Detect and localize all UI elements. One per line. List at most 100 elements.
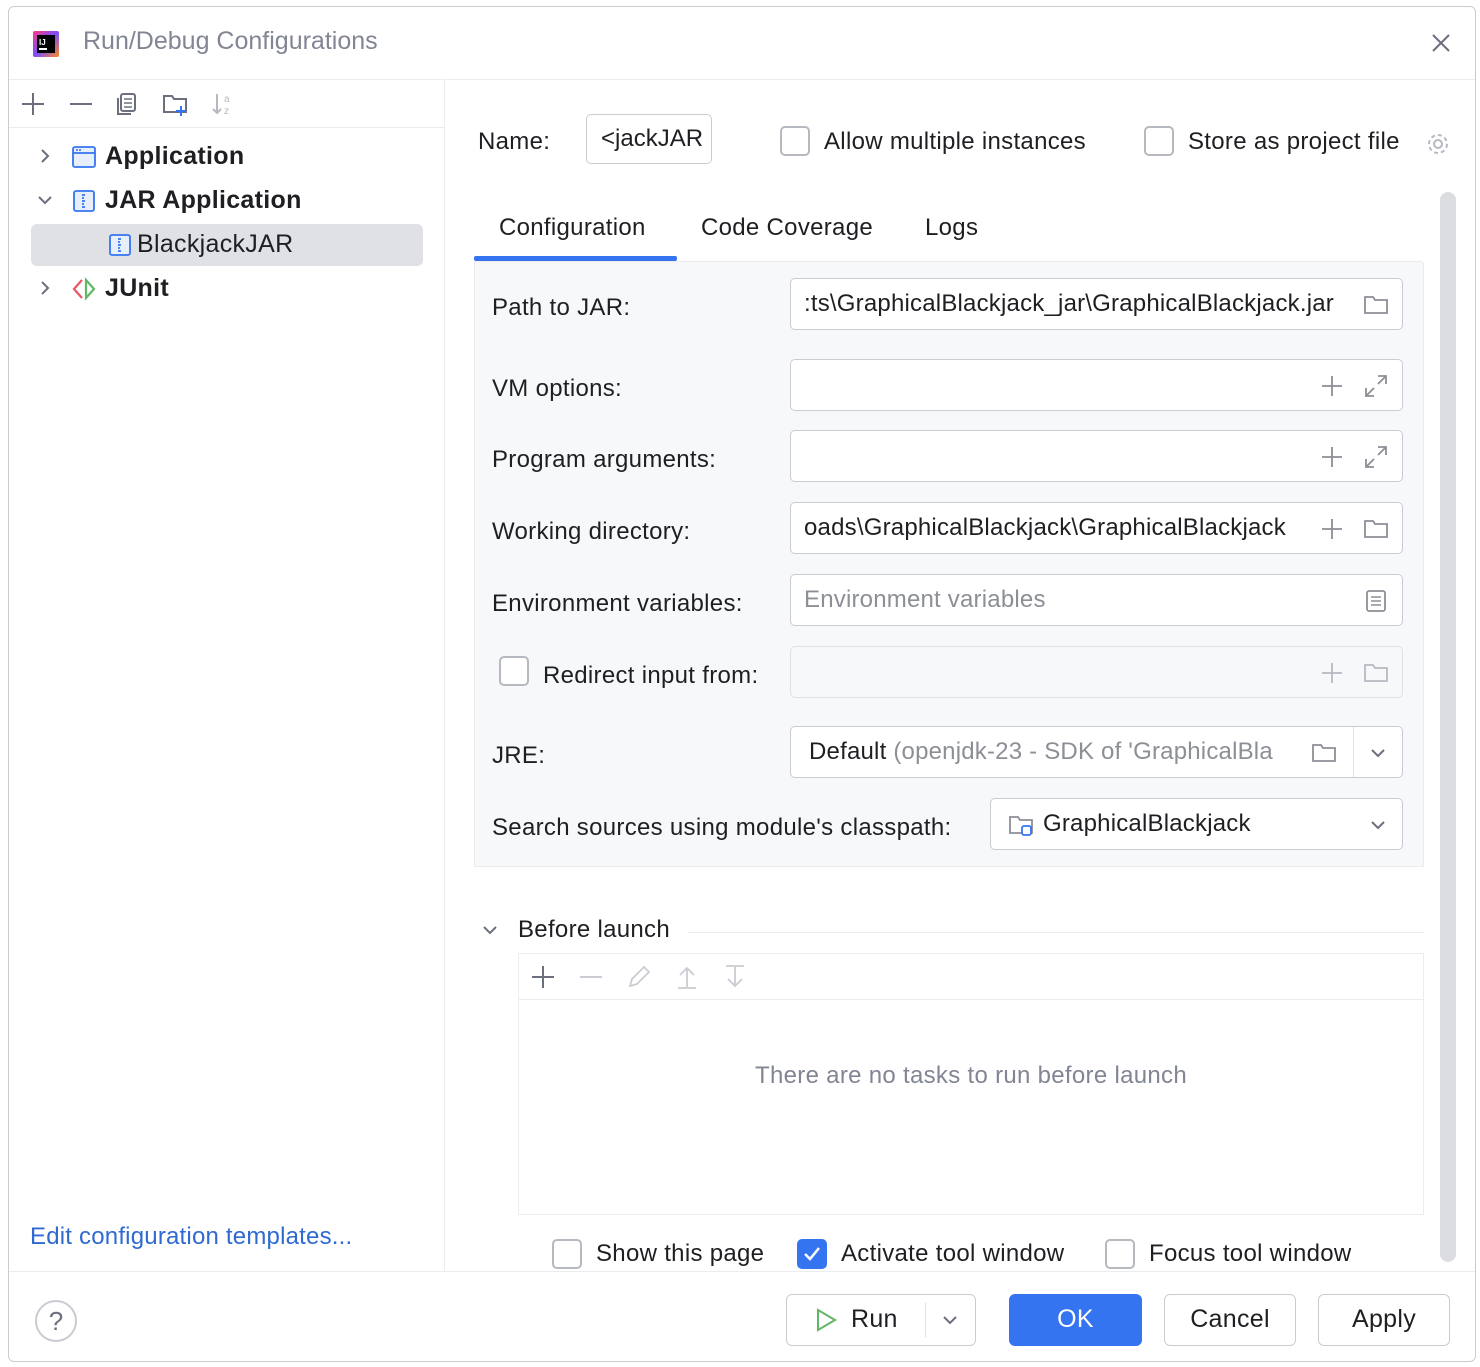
sort-alphabetically-icon[interactable]: az (209, 90, 237, 118)
tree-item-jar-application[interactable]: JAR Application (31, 180, 423, 222)
add-macro-icon[interactable] (1318, 372, 1346, 400)
module-combobox[interactable]: GraphicalBlackjack (990, 798, 1403, 850)
add-icon[interactable] (19, 90, 47, 118)
configuration-form: Path to JAR: :ts\GraphicalBlackjack_jar\… (474, 262, 1424, 867)
tree-item-label: JAR Application (105, 186, 302, 214)
configurations-tree-panel: az Application JAR Application Blackjack… (9, 79, 445, 1271)
tab-configuration[interactable]: Configuration (499, 214, 646, 242)
browse-folder-icon[interactable] (1362, 515, 1390, 543)
program-arguments-label: Program arguments: (492, 446, 717, 473)
vm-options-label: VM options: (492, 375, 623, 402)
tree-item-application[interactable]: Application (31, 136, 423, 178)
dialog-footer: ? Run OK Cancel Apply (9, 1271, 1475, 1361)
tree-toolbar: az (9, 80, 444, 128)
new-folder-icon[interactable] (161, 90, 189, 118)
focus-tool-window-label: Focus tool window (1149, 1240, 1352, 1267)
tab-logs[interactable]: Logs (925, 214, 978, 242)
show-page-label: Show this page (596, 1240, 765, 1267)
application-icon (72, 146, 96, 168)
chevron-down-icon[interactable] (35, 190, 55, 210)
run-debug-dialog: IJ Run/Debug Configurations az Applicati… (8, 6, 1476, 1362)
jre-detail: (openjdk-23 - SDK of 'GraphicalBla (893, 738, 1273, 765)
browse-folder-icon[interactable] (1296, 739, 1338, 767)
jre-value: Default (openjdk-23 - SDK of 'GraphicalB… (809, 738, 1273, 766)
focus-tool-window-checkbox[interactable] (1105, 1239, 1135, 1269)
store-project-checkbox[interactable] (1144, 126, 1174, 156)
add-macro-icon[interactable] (1318, 515, 1346, 543)
chevron-down-icon[interactable] (480, 920, 500, 940)
tree-item-junit[interactable]: JUnit (31, 268, 423, 310)
allow-multiple-label: Allow multiple instances (824, 128, 1086, 155)
cancel-button[interactable]: Cancel (1164, 1294, 1296, 1346)
store-project-label: Store as project file (1188, 128, 1400, 155)
vm-options-field[interactable] (790, 359, 1403, 411)
allow-multiple-checkbox[interactable] (780, 126, 810, 156)
section-divider (688, 932, 1424, 933)
add-macro-icon[interactable] (1318, 443, 1346, 471)
move-down-icon[interactable] (721, 963, 749, 991)
working-directory-field[interactable]: oads\GraphicalBlackjack\GraphicalBlackja… (790, 502, 1403, 554)
remove-icon[interactable] (577, 963, 605, 991)
activate-tool-window-label: Activate tool window (841, 1240, 1065, 1267)
copy-icon[interactable] (113, 90, 141, 118)
before-launch-toolbar (519, 954, 1423, 1000)
vertical-scrollbar[interactable] (1440, 192, 1456, 1262)
gear-icon[interactable] (1424, 130, 1452, 158)
tree-item-blackjackjar[interactable]: BlackjackJAR (31, 224, 423, 266)
redirect-input-field[interactable] (790, 646, 1403, 698)
activate-tool-window-checkbox[interactable] (797, 1239, 827, 1269)
name-input[interactable]: <jackJAR (586, 114, 712, 164)
program-arguments-field[interactable] (790, 430, 1403, 482)
chevron-down-icon[interactable] (1364, 811, 1392, 839)
expand-icon[interactable] (1362, 443, 1390, 471)
move-up-icon[interactable] (673, 963, 701, 991)
apply-button[interactable]: Apply (1318, 1294, 1450, 1346)
checkmark-icon (804, 1247, 820, 1261)
environment-variables-field[interactable]: Environment variables (790, 574, 1403, 626)
chevron-right-icon[interactable] (35, 146, 55, 166)
svg-text:IJ: IJ (39, 38, 46, 47)
redirect-input-label: Redirect input from: (543, 662, 759, 689)
tree-item-label: BlackjackJAR (137, 230, 294, 258)
active-tab-indicator (474, 256, 677, 261)
chevron-down-icon[interactable] (937, 1307, 963, 1333)
chevron-right-icon[interactable] (35, 278, 55, 298)
show-page-checkbox[interactable] (552, 1239, 582, 1269)
jar-config-icon (109, 234, 131, 256)
environment-variables-placeholder: Environment variables (804, 586, 1046, 613)
path-to-jar-field[interactable]: :ts\GraphicalBlackjack_jar\GraphicalBlac… (790, 278, 1403, 330)
intellij-logo-icon: IJ (33, 31, 59, 57)
expand-icon[interactable] (1362, 372, 1390, 400)
browse-folder-icon[interactable] (1362, 659, 1390, 687)
configuration-editor: Name: <jackJAR Allow multiple instances … (446, 79, 1475, 1271)
tab-code-coverage[interactable]: Code Coverage (701, 214, 873, 242)
module-classpath-label: Search sources using module's classpath: (492, 814, 952, 841)
chevron-down-icon[interactable] (1364, 739, 1392, 767)
tree-item-label: Application (105, 142, 245, 170)
add-macro-icon[interactable] (1318, 659, 1346, 687)
edit-icon[interactable] (625, 963, 653, 991)
browse-folder-icon[interactable] (1362, 291, 1390, 319)
remove-icon[interactable] (67, 90, 95, 118)
jre-combobox[interactable]: Default (openjdk-23 - SDK of 'GraphicalB… (790, 726, 1403, 778)
add-icon[interactable] (529, 963, 557, 991)
path-to-jar-label: Path to JAR: (492, 294, 631, 321)
environment-variables-label: Environment variables: (492, 590, 743, 617)
window-title: Run/Debug Configurations (83, 27, 378, 55)
redirect-input-checkbox[interactable] (499, 656, 529, 686)
run-button[interactable]: Run (786, 1294, 976, 1346)
tree-item-label: JUnit (105, 274, 169, 302)
module-value: GraphicalBlackjack (1043, 810, 1251, 837)
close-icon[interactable] (1427, 29, 1455, 57)
svg-text:z: z (224, 106, 229, 117)
jar-application-icon (73, 190, 95, 212)
run-label: Run (851, 1305, 898, 1333)
working-directory-label: Working directory: (492, 518, 691, 545)
split-divider (925, 1303, 926, 1337)
ok-button[interactable]: OK (1009, 1294, 1142, 1346)
before-launch-tasks-list: There are no tasks to run before launch (518, 953, 1424, 1215)
edit-list-icon[interactable] (1362, 587, 1390, 615)
edit-templates-link[interactable]: Edit configuration templates... (30, 1223, 352, 1251)
working-directory-value: oads\GraphicalBlackjack\GraphicalBlackja… (804, 514, 1286, 541)
help-button[interactable]: ? (35, 1300, 77, 1342)
